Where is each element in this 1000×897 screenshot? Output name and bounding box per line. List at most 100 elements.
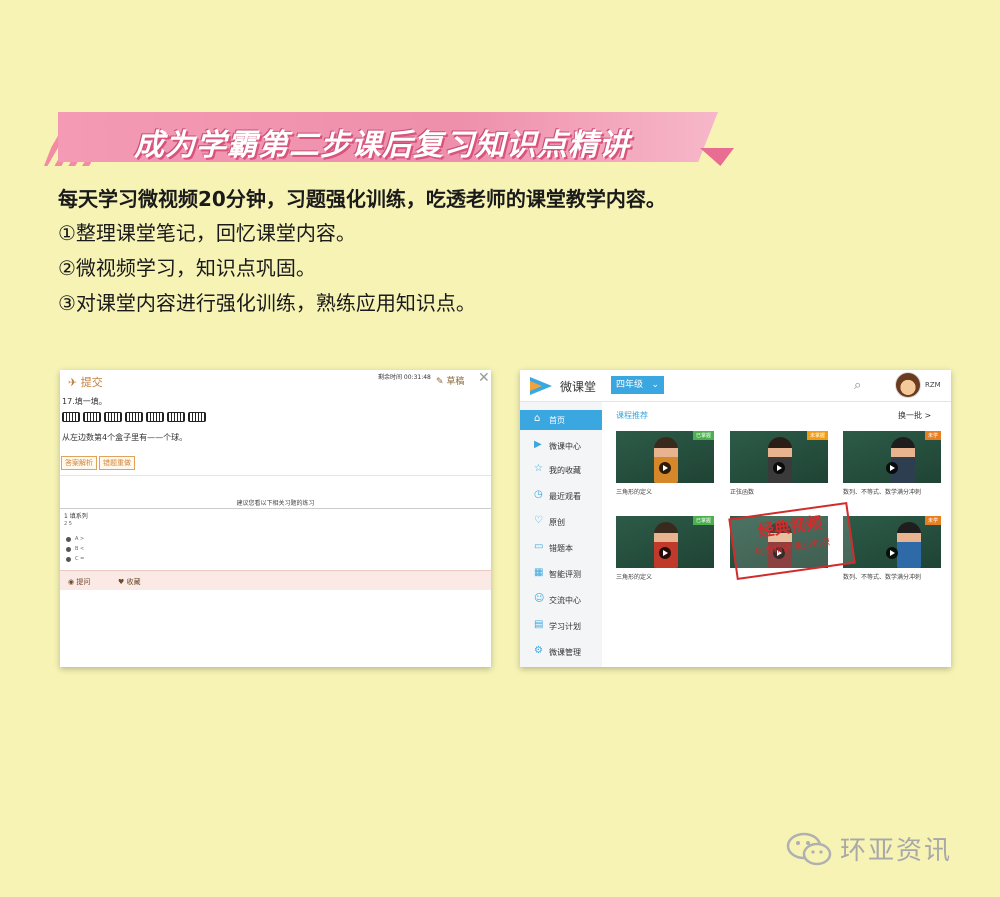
app-name: 微课堂	[560, 380, 597, 394]
sidebar-item-label: 微课中心	[549, 442, 581, 451]
sidebar-item-manage[interactable]: ⚙ 微课管理	[520, 642, 602, 662]
box-image	[125, 412, 143, 422]
course-header: 微课堂 四年级 ⌄ ⌕ RZM	[520, 370, 951, 402]
close-icon[interactable]: ✕	[478, 370, 490, 386]
section-banner: 成为学霸第二步课后复习知识点精讲	[44, 112, 734, 166]
radio-icon	[66, 536, 71, 542]
exercise-toolbar: ✈ 提交 剩余时间 00:31:48 ✎ 草稿 ✕	[60, 370, 491, 392]
video-card[interactable]: 已掌握 三角形的定义	[616, 431, 714, 496]
video-title: 三角形的定义	[616, 489, 653, 496]
sidebar-item-label: 原创	[549, 518, 565, 527]
video-thumbnail: 已掌握	[616, 431, 714, 483]
sidebar-item-community[interactable]: ☺ 交流中心	[520, 590, 602, 610]
box-image	[167, 412, 185, 422]
recommend-heading: 建议您看以下相关习题的练习	[236, 500, 315, 507]
wechat-icon	[786, 832, 832, 865]
video-card[interactable]: 未学 数列、不等式、数学满分冲刺	[843, 431, 941, 496]
edit-icon: ✎	[436, 377, 444, 387]
send-icon: ✈	[68, 376, 78, 389]
draft-label: 草稿	[446, 377, 465, 387]
micro-course-screenshot: 微课堂 四年级 ⌄ ⌕ RZM ⌂ 首页 ▶ 微课中心 ☆ 我的收藏 ◷ 最近观看 ♡ 原…	[520, 370, 951, 667]
grade-select[interactable]: 四年级 ⌄	[611, 376, 664, 394]
option-b[interactable]: B <	[66, 546, 84, 552]
status-badge: 已掌握	[692, 431, 714, 440]
box-image	[62, 412, 80, 422]
video-card[interactable]: 未学 数列、不等式、数学满分冲刺	[843, 516, 941, 581]
play-circle-icon: ▶	[534, 439, 542, 450]
radio-icon	[66, 556, 71, 562]
sidebar-item-recent[interactable]: ◷ 最近观看	[520, 486, 602, 506]
intro-item: ③对课堂内容进行强化训练，熟练应用知识点。	[58, 291, 476, 315]
play-icon[interactable]	[886, 462, 898, 474]
watermark: 环亚资讯	[786, 830, 952, 867]
option-a[interactable]: A >	[66, 536, 84, 542]
answer-analysis-button[interactable]: 答案解析	[61, 456, 97, 470]
search-icon[interactable]: ⌕	[854, 378, 861, 393]
avatar[interactable]	[895, 372, 921, 398]
status-badge: 已掌握	[692, 516, 714, 525]
video-thumbnail: 已掌握	[616, 516, 714, 568]
sidebar-item-label: 错题本	[549, 544, 573, 553]
teacher-image	[768, 437, 792, 483]
banner-tail-decoration	[700, 148, 734, 166]
video-thumbnail: 未掌握	[730, 431, 828, 483]
play-icon[interactable]	[886, 547, 898, 559]
redo-wrong-button[interactable]: 错题重做	[99, 456, 135, 470]
classic-video-stamp: 经典视频 同步精讲·重点知识	[728, 501, 856, 581]
timer-text: 剩余时间 00:31:48	[378, 374, 431, 381]
video-thumbnail: 未学	[843, 431, 941, 483]
sidebar-item-favorites[interactable]: ☆ 我的收藏	[520, 460, 602, 480]
fav-label: 收藏	[126, 578, 141, 586]
favorite-button[interactable]: ♥ 收藏	[118, 577, 141, 587]
exercise-screenshot: ✈ 提交 剩余时间 00:31:48 ✎ 草稿 ✕ 17.填一填。 从左边数第4…	[60, 370, 491, 667]
option-label: A >	[75, 536, 85, 542]
change-batch-link[interactable]: 换一批 >	[898, 410, 931, 421]
chevron-down-icon: ⌄	[651, 380, 659, 390]
home-icon: ⌂	[534, 413, 541, 424]
play-icon[interactable]	[659, 462, 671, 474]
sidebar-item-assessment[interactable]: ▦ 智能评测	[520, 564, 602, 584]
sidebar-item-home[interactable]: ⌂ 首页	[520, 410, 602, 430]
status-badge: 未学	[924, 516, 941, 525]
sidebar-item-course-center[interactable]: ▶ 微课中心	[520, 436, 602, 456]
sidebar-item-plan[interactable]: ▤ 学习计划	[520, 616, 602, 636]
video-card[interactable]: 已掌握 三角形的定义	[616, 516, 714, 581]
sidebar-item-label: 交流中心	[549, 596, 581, 605]
sidebar-item-label: 微课管理	[549, 648, 581, 657]
video-title: 三角形的定义	[616, 574, 653, 581]
grade-value: 四年级	[616, 380, 644, 390]
status-badge: 未学	[924, 431, 941, 440]
related-question: 1 填系列	[64, 513, 88, 520]
sidebar-item-wrong-book[interactable]: ▭ 错题本	[520, 538, 602, 558]
sidebar-item-label: 我的收藏	[549, 466, 581, 475]
heart-icon: ♥	[118, 578, 127, 586]
box-image	[83, 412, 101, 422]
sidebar-item-label: 最近观看	[549, 492, 581, 501]
teacher-image	[891, 437, 915, 483]
intro-item: ①整理课堂笔记，回忆课堂内容。	[58, 221, 356, 245]
watermark-text: 环亚资讯	[840, 836, 953, 866]
app-logo-icon	[530, 377, 552, 395]
ask-label: 提问	[76, 578, 91, 586]
divider	[60, 475, 491, 476]
heart-icon: ♡	[534, 515, 543, 526]
box-image	[188, 412, 206, 422]
calendar-icon: ▤	[534, 619, 544, 630]
status-badge: 未掌握	[806, 431, 828, 440]
username: RZM	[925, 381, 941, 389]
ask-button[interactable]: ◉ 提问	[68, 577, 90, 587]
gear-icon: ⚙	[534, 645, 543, 656]
sidebar: ⌂ 首页 ▶ 微课中心 ☆ 我的收藏 ◷ 最近观看 ♡ 原创 ▭ 错题本 ▦ 智能评测 ☺ 交流…	[520, 402, 602, 667]
option-c[interactable]: C =	[66, 556, 84, 562]
play-icon[interactable]	[659, 547, 671, 559]
play-icon[interactable]	[773, 462, 785, 474]
banner-title: 成为学霸第二步课后复习知识点精讲	[134, 128, 630, 163]
submit-button[interactable]: ✈ 提交	[68, 374, 103, 390]
video-thumbnail: 未学	[843, 516, 941, 568]
draft-button[interactable]: ✎ 草稿	[436, 374, 464, 387]
related-subtext: 2 5	[64, 521, 72, 527]
clock-icon: ◷	[534, 489, 543, 500]
box-figure	[62, 412, 206, 422]
video-card[interactable]: 未掌握 正弦函数	[730, 431, 828, 496]
sidebar-item-original[interactable]: ♡ 原创	[520, 512, 602, 532]
